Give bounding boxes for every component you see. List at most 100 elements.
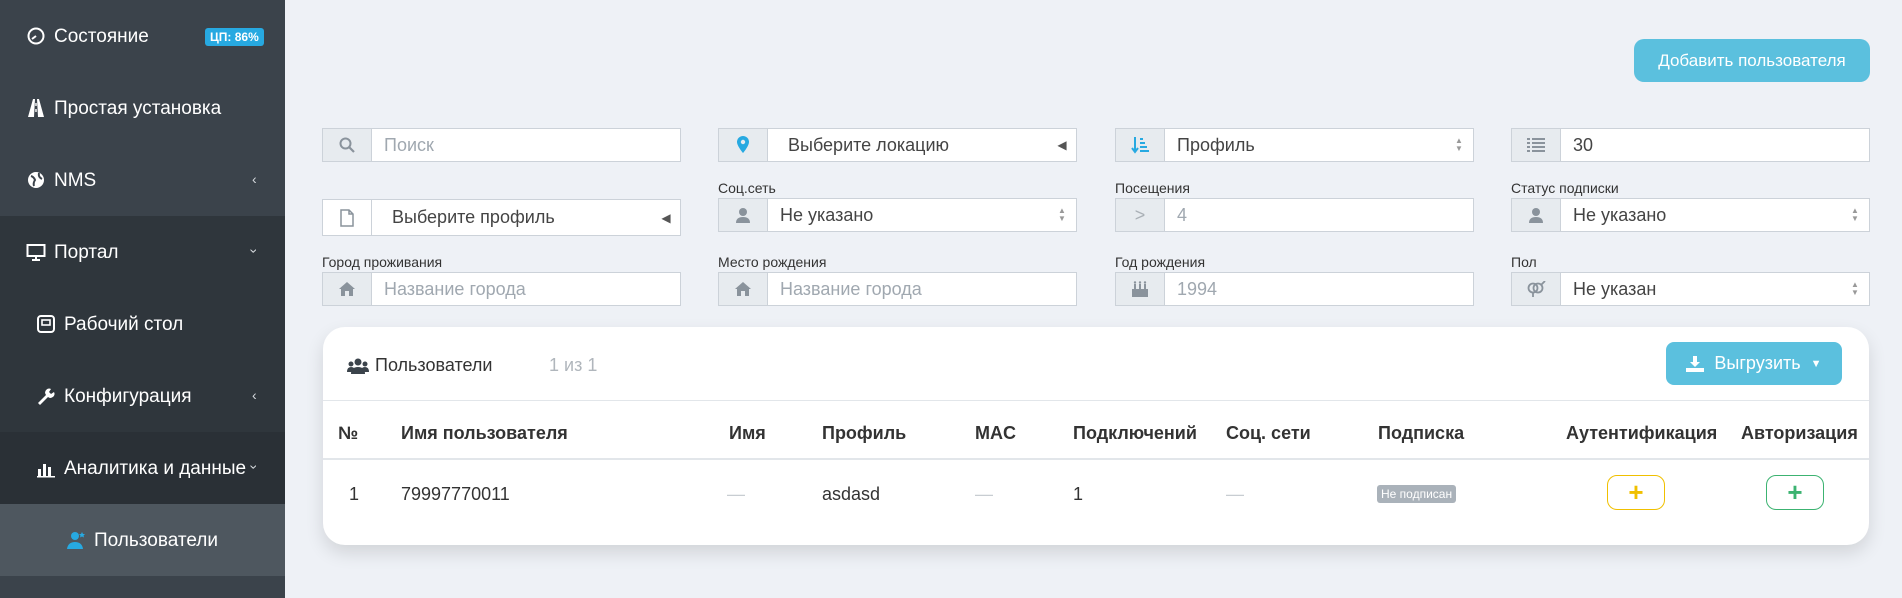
birthday-cake-icon xyxy=(1116,273,1165,305)
per-page-input[interactable]: 30 xyxy=(1561,129,1869,161)
monitor-icon xyxy=(26,244,46,261)
sidebar-item-label: Аналитика и данные xyxy=(64,458,247,479)
birthyear-input[interactable]: 1994 xyxy=(1165,273,1473,305)
sidebar-item-status[interactable]: Состояние ЦП: 86% xyxy=(0,0,285,72)
location-select[interactable]: Выберите локацию ◀ xyxy=(718,128,1077,162)
divider xyxy=(323,458,1869,460)
chevron-down-icon: › xyxy=(246,248,263,254)
cell-profile: asdasd xyxy=(822,484,881,504)
subscription-label: Статус подписки xyxy=(1511,180,1619,196)
column-header-authentication: Аутентификация xyxy=(1566,423,1718,443)
road-icon xyxy=(28,99,44,117)
sidebar-item-users[interactable]: Пользователи xyxy=(0,504,285,576)
sidebar-item-label: Пользователи xyxy=(94,530,219,551)
export-button-label: Выгрузить xyxy=(1714,353,1801,373)
sort-arrows-icon: ▲ ▼ xyxy=(1455,136,1463,153)
globe-icon xyxy=(28,172,44,188)
column-header-username: Имя пользователя xyxy=(401,423,568,443)
download-icon xyxy=(1686,355,1705,372)
birthplace-input[interactable]: Название города xyxy=(768,273,1076,305)
authorize-button[interactable]: + xyxy=(1766,475,1824,510)
sidebar-item-label: Простая установка xyxy=(54,98,222,119)
sidebar-item-simple-setup[interactable]: Простая установка xyxy=(0,72,285,144)
per-page-field: 30 xyxy=(1511,128,1870,162)
subscription-value: Не указано xyxy=(1573,205,1667,225)
sidebar-item-configuration[interactable]: Конфигурация ‹ xyxy=(0,360,285,432)
search-input[interactable]: Поиск xyxy=(372,129,680,161)
birthplace-field: Название города xyxy=(718,272,1077,306)
caret-left-icon: ◀ xyxy=(1057,138,1067,152)
search-icon xyxy=(323,129,372,161)
sidebar-item-portal[interactable]: Портал › xyxy=(0,216,285,288)
cell-name: — xyxy=(727,484,745,504)
caret-down-icon: ▼ xyxy=(1810,357,1822,370)
social-label: Соц.сеть xyxy=(718,180,776,196)
cell-social: — xyxy=(1226,484,1244,504)
visits-field: > 4 xyxy=(1115,198,1474,232)
desktop-icon xyxy=(37,315,55,333)
cell-connections: 1 xyxy=(1073,484,1084,504)
authenticate-button[interactable]: + xyxy=(1607,475,1665,510)
column-header-mac: MAC xyxy=(975,423,1016,443)
sidebar-item-label: Состояние xyxy=(54,26,149,47)
list-icon xyxy=(1512,129,1561,161)
user-icon xyxy=(67,532,85,549)
column-header-subscription: Подписка xyxy=(1378,423,1465,443)
cell-username[interactable]: 79997770011 xyxy=(401,484,510,505)
gender-value: Не указан xyxy=(1573,279,1657,299)
user-icon xyxy=(719,199,768,231)
profile-sort-value: Профиль xyxy=(1177,135,1255,155)
subscription-badge: Не подписан xyxy=(1377,485,1457,503)
card-title-label: Пользователи xyxy=(375,355,493,375)
home-icon xyxy=(719,273,768,305)
column-header-profile: Профиль xyxy=(822,423,907,443)
bar-chart-icon xyxy=(37,464,55,478)
birthyear-field: 1994 xyxy=(1115,272,1474,306)
user-icon xyxy=(1512,199,1561,231)
profile-sort-select[interactable]: Профиль ▲ ▼ xyxy=(1115,128,1474,162)
gender-select[interactable]: Не указан ▲ ▼ xyxy=(1511,272,1870,306)
column-header-name: Имя xyxy=(729,423,766,443)
sort-arrows-icon: ▲ ▼ xyxy=(1851,280,1859,297)
social-value: Не указано xyxy=(780,205,874,225)
add-user-button[interactable]: Добавить пользователя xyxy=(1634,39,1870,82)
city-input[interactable]: Название города xyxy=(372,273,680,305)
column-header-connections: Подключений xyxy=(1073,423,1197,443)
chevron-left-icon: ‹ xyxy=(252,171,257,187)
visits-input[interactable]: 4 xyxy=(1165,199,1473,231)
file-icon xyxy=(323,200,372,235)
birthplace-label: Место рождения xyxy=(718,254,827,270)
location-value: Выберите локацию xyxy=(788,135,950,155)
city-label: Город проживания xyxy=(322,254,443,270)
sidebar-item-label: Рабочий стол xyxy=(64,314,184,335)
export-button[interactable]: Выгрузить ▼ xyxy=(1666,342,1842,385)
sort-arrows-icon: ▲ ▼ xyxy=(1851,206,1859,223)
map-marker-icon xyxy=(719,129,768,161)
divider xyxy=(323,400,1869,401)
gender-label: Пол xyxy=(1511,254,1537,270)
sidebar: Состояние ЦП: 86% Простая установка NMS … xyxy=(0,0,285,598)
sidebar-item-analytics[interactable]: Аналитика и данные › xyxy=(0,432,285,504)
caret-left-icon: ◀ xyxy=(661,210,671,225)
cpu-badge: ЦП: 86% xyxy=(205,28,264,46)
profile-select[interactable]: Выберите профиль ◀ xyxy=(322,199,681,236)
search-field: Поиск xyxy=(322,128,681,162)
gender-icon xyxy=(1512,273,1561,305)
users-count: 1 из 1 xyxy=(549,355,598,375)
visits-label: Посещения xyxy=(1115,180,1190,196)
cell-mac: — xyxy=(975,484,993,504)
chevron-left-icon: ‹ xyxy=(252,387,257,403)
sidebar-item-nms[interactable]: NMS ‹ xyxy=(0,144,285,216)
cell-num: 1 xyxy=(349,484,360,504)
column-header-num: № xyxy=(338,423,359,443)
dashboard-icon xyxy=(27,27,45,45)
users-card: Пользователи 1 из 1 Выгрузить ▼ № Имя по… xyxy=(323,327,1869,545)
chevron-down-icon: › xyxy=(246,464,263,470)
sort-arrows-icon: ▲ ▼ xyxy=(1058,206,1066,223)
wrench-icon xyxy=(38,388,55,405)
sidebar-item-desktop[interactable]: Рабочий стол xyxy=(0,288,285,360)
subscription-select[interactable]: Не указано ▲ ▼ xyxy=(1511,198,1870,232)
profile-select-value: Выберите профиль xyxy=(392,207,555,227)
social-select[interactable]: Не указано ▲ ▼ xyxy=(718,198,1077,232)
card-title: Пользователи xyxy=(347,355,492,376)
